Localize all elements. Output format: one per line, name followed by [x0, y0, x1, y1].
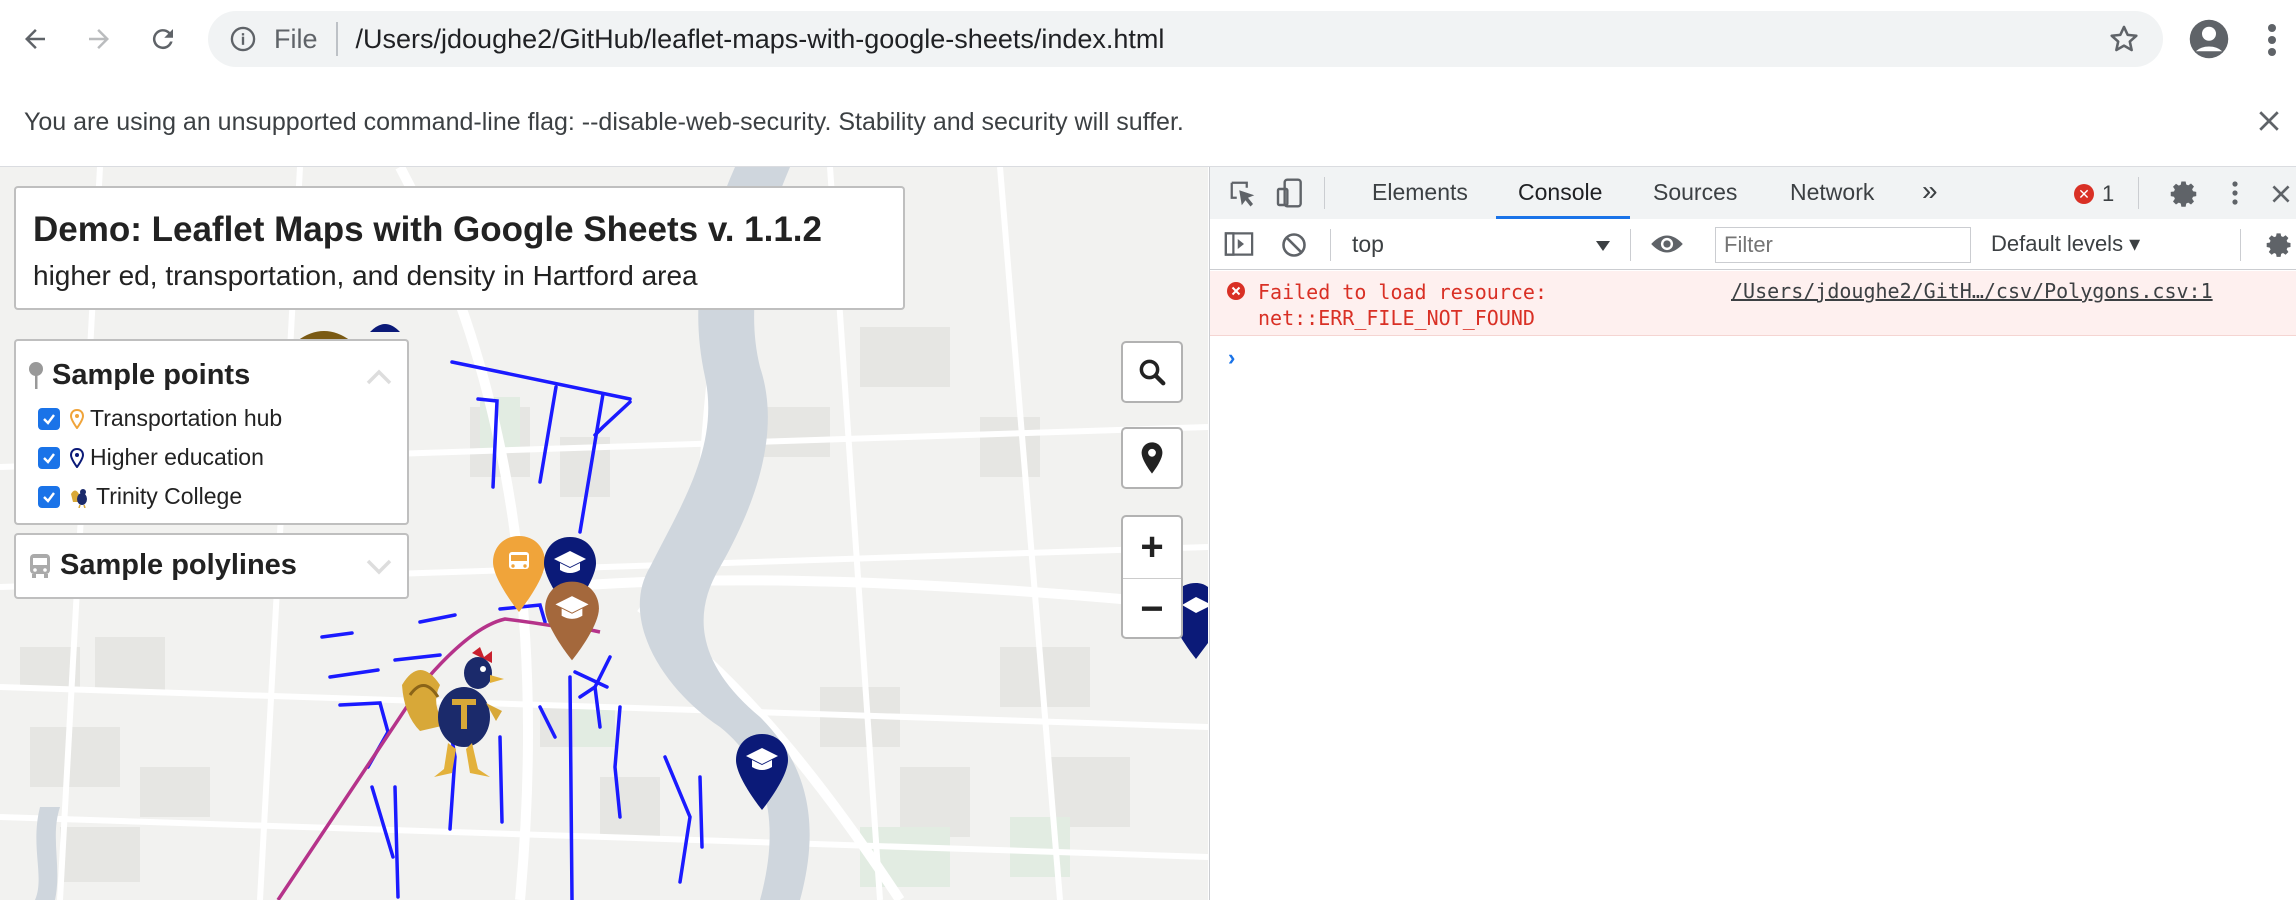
pin-icon	[29, 361, 43, 389]
error-line: net::ERR_FILE_NOT_FOUND	[1258, 306, 1535, 330]
tab-sources[interactable]: Sources	[1653, 179, 1737, 206]
higher-education-marker[interactable]	[370, 322, 400, 332]
polylines-layer-label: Sample polylines	[60, 549, 297, 581]
close-icon[interactable]	[2254, 106, 2284, 136]
omnibox-divider	[335, 22, 338, 56]
back-arrow-icon[interactable]	[16, 20, 54, 58]
zoom-control: + −	[1121, 515, 1183, 639]
layer-item-transportation-hub[interactable]: Transportation hub	[38, 405, 282, 432]
higher-education-marker[interactable]	[734, 732, 790, 814]
zoom-in-button[interactable]: +	[1123, 517, 1181, 579]
error-icon	[1227, 282, 1245, 300]
error-count: 1	[2102, 181, 2115, 206]
profile-avatar-icon[interactable]	[2188, 18, 2230, 60]
url-text[interactable]: /Users/jdoughe2/GitHub/leaflet-maps-with…	[356, 24, 1165, 55]
orange-marker-icon	[70, 408, 84, 429]
polylines-layer-header[interactable]: Sample polylines	[28, 549, 297, 582]
address-bar[interactable]: File /Users/jdoughe2/GitHub/leaflet-maps…	[208, 11, 2163, 67]
toolbar-divider	[1324, 177, 1325, 209]
layer-item-trinity-college[interactable]: Trinity College	[38, 483, 242, 510]
forward-arrow-icon[interactable]	[80, 20, 118, 58]
more-tabs-button[interactable]: »	[1922, 175, 1938, 207]
context-selector[interactable]: top	[1352, 231, 1384, 258]
map-title-box: Demo: Leaflet Maps with Google Sheets v.…	[14, 186, 905, 310]
devtools-panel: Elements Console Sources Network » ✕ 1 t…	[1209, 167, 2296, 900]
checkbox[interactable]	[38, 485, 60, 508]
layer-item-higher-education[interactable]: Higher education	[38, 444, 264, 471]
close-devtools-icon[interactable]	[2268, 181, 2294, 207]
layer-item-label: Transportation hub	[90, 405, 283, 431]
error-source-link[interactable]: /Users/jdoughe2/GitH…/csv/Polygons.csv:1	[1731, 279, 2213, 303]
error-count-badge[interactable]: ✕ 1	[2074, 181, 2114, 207]
reload-icon[interactable]	[144, 20, 182, 58]
map-title: Demo: Leaflet Maps with Google Sheets v.…	[33, 210, 822, 249]
points-layer-control: Sample points Transportation hub Higher …	[14, 339, 409, 525]
map-search-button[interactable]	[1121, 341, 1183, 403]
sidebar-toggle-icon[interactable]	[1224, 231, 1254, 257]
error-line: Failed to load resource:	[1258, 280, 1547, 304]
checkbox[interactable]	[38, 407, 60, 430]
tab-network[interactable]: Network	[1790, 179, 1874, 206]
warning-infobar: You are using an unsupported command-lin…	[0, 78, 2296, 167]
console-toolbar: top Default levels ▾	[1210, 219, 2296, 270]
inspect-element-icon[interactable]	[1228, 179, 1258, 209]
browser-menu-icon[interactable]	[2262, 20, 2282, 60]
bookmark-star-icon[interactable]	[2107, 22, 2141, 56]
dropdown-arrow-icon[interactable]	[1596, 241, 1610, 251]
console-filter-input[interactable]	[1715, 227, 1971, 263]
search-icon	[1139, 359, 1166, 386]
toolbar-divider	[2240, 229, 2241, 261]
location-pin-icon	[1141, 442, 1163, 474]
leaflet-map[interactable]: Demo: Leaflet Maps with Google Sheets v.…	[0, 167, 1208, 900]
error-text: Failed to load resource: net::ERR_FILE_N…	[1258, 279, 1547, 331]
trinity-college-marker[interactable]	[543, 579, 601, 665]
console-settings-gear-icon[interactable]	[2266, 231, 2294, 259]
browser-toolbar: File /Users/jdoughe2/GitHub/leaflet-maps…	[0, 0, 2296, 79]
zoom-out-button[interactable]: −	[1123, 579, 1181, 640]
infobar-message: You are using an unsupported command-lin…	[24, 108, 1184, 136]
bus-icon	[30, 553, 50, 578]
points-layer-label: Sample points	[52, 359, 251, 391]
checkbox[interactable]	[38, 446, 60, 469]
info-icon[interactable]	[226, 22, 260, 56]
device-toolbar-icon[interactable]	[1274, 177, 1306, 209]
devtools-menu-icon[interactable]	[2230, 177, 2240, 209]
devtools-tab-bar: Elements Console Sources Network » ✕ 1	[1210, 167, 2296, 220]
live-expression-eye-icon[interactable]	[1650, 231, 1684, 257]
transportation-hub-marker[interactable]	[491, 534, 547, 616]
console-prompt[interactable]: ›	[1228, 345, 1235, 371]
chevron-down-icon[interactable]	[365, 557, 393, 577]
tab-elements[interactable]: Elements	[1372, 179, 1468, 206]
console-error-message: Failed to load resource: net::ERR_FILE_N…	[1210, 271, 2296, 336]
toolbar-divider	[1330, 229, 1331, 261]
layer-item-label: Trinity College	[96, 483, 243, 509]
polylines-layer-control[interactable]: Sample polylines	[14, 533, 409, 599]
clear-console-icon[interactable]	[1280, 231, 1308, 259]
map-subtitle: higher ed, transportation, and density i…	[33, 260, 698, 291]
settings-gear-icon[interactable]	[2170, 179, 2200, 209]
toolbar-divider	[1630, 229, 1631, 261]
chevron-up-icon[interactable]	[365, 367, 393, 387]
rooster-mascot-icon	[71, 488, 87, 508]
toolbar-divider	[2138, 177, 2139, 209]
rooster-mascot-icon[interactable]	[400, 645, 520, 785]
navy-marker-icon	[70, 447, 84, 468]
locate-button[interactable]	[1121, 427, 1183, 489]
tab-console[interactable]: Console	[1518, 179, 1602, 206]
points-layer-header[interactable]: Sample points	[28, 359, 250, 392]
scheme-label: File	[274, 23, 318, 54]
layer-item-label: Higher education	[90, 444, 264, 470]
error-icon: ✕	[2074, 184, 2094, 204]
log-levels-dropdown[interactable]: Default levels ▾	[1991, 231, 2140, 257]
